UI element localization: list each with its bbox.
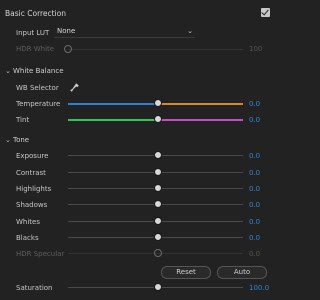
enable-checkbox[interactable] [261, 8, 270, 17]
exposure-value[interactable]: 0.0 [249, 152, 260, 160]
hdr-specular-label: HDR Specular [16, 250, 65, 258]
white-balance-section-label: White Balance [13, 67, 64, 75]
saturation-value[interactable]: 100.0 [249, 284, 269, 292]
wb-selector-label: WB Selector [16, 84, 59, 92]
tone-section-toggle[interactable]: ⌄ Tone [5, 136, 29, 144]
highlights-knob[interactable] [154, 184, 162, 192]
contrast-value[interactable]: 0.0 [249, 169, 260, 177]
highlights-value[interactable]: 0.0 [249, 185, 260, 193]
input-lut-value: None [57, 27, 76, 35]
temperature-track-warm [159, 103, 243, 105]
whites-knob[interactable] [154, 217, 162, 225]
hdr-white-track [68, 49, 243, 50]
input-lut-label: Input LUT [16, 29, 50, 37]
temperature-track-cool [68, 103, 156, 105]
whites-value[interactable]: 0.0 [249, 218, 260, 226]
temperature-label: Temperature [16, 100, 61, 108]
tone-section-label: Tone [13, 136, 30, 144]
contrast-label: Contrast [16, 169, 46, 177]
saturation-knob[interactable] [154, 283, 162, 291]
contrast-knob[interactable] [154, 168, 162, 176]
hdr-specular-knob [154, 249, 162, 257]
whites-label: Whites [16, 218, 41, 226]
tint-knob[interactable] [154, 115, 162, 123]
shadows-label: Shadows [16, 201, 48, 209]
tint-track-green [68, 119, 156, 121]
saturation-label: Saturation [16, 284, 53, 292]
hdr-specular-value: 0.0 [249, 250, 261, 258]
eyedropper-icon[interactable] [70, 83, 79, 94]
chevron-down-icon: ⌄ [5, 136, 11, 144]
exposure-label: Exposure [16, 152, 49, 160]
exposure-knob[interactable] [154, 151, 162, 159]
tint-label: Tint [16, 116, 30, 124]
hdr-white-knob [64, 45, 72, 53]
panel-title: Basic Correction [5, 9, 67, 18]
chevron-down-icon: ⌄ [187, 27, 193, 35]
blacks-value[interactable]: 0.0 [249, 234, 260, 242]
input-lut-dropdown[interactable]: None ⌄ [54, 27, 195, 38]
blacks-knob[interactable] [154, 233, 162, 241]
temperature-knob[interactable] [154, 99, 162, 107]
highlights-label: Highlights [16, 185, 52, 193]
blacks-label: Blacks [16, 234, 39, 242]
hdr-white-value: 100 [249, 45, 263, 53]
tint-value[interactable]: 0.0 [249, 116, 260, 124]
reset-button[interactable]: Reset [161, 266, 211, 279]
temperature-value[interactable]: 0.0 [249, 100, 260, 108]
shadows-knob[interactable] [154, 200, 162, 208]
basic-correction-panel: Basic Correction Input LUT None ⌄ HDR Wh… [0, 0, 285, 300]
chevron-down-icon: ⌄ [5, 67, 11, 75]
shadows-value[interactable]: 0.0 [249, 201, 260, 209]
hdr-white-label: HDR White [16, 45, 55, 53]
auto-button[interactable]: Auto [217, 266, 267, 279]
tint-track-magenta [159, 119, 243, 121]
white-balance-section-toggle[interactable]: ⌄ White Balance [5, 67, 64, 75]
